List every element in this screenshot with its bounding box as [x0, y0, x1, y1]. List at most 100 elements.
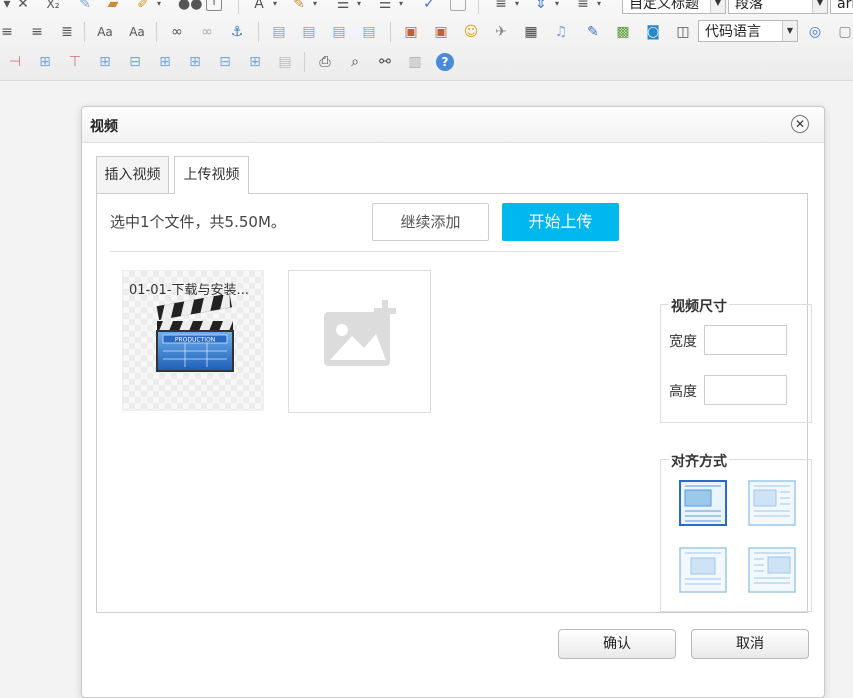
dialog-header: 视频 ✕ — [82, 107, 824, 143]
find-icon[interactable]: ●● — [178, 0, 202, 13]
file-thumbnail[interactable]: 01-01-下载与安装... PRODUCTION — [122, 270, 264, 411]
chevron-down-icon: ▼ — [812, 0, 827, 13]
blank-page-icon[interactable] — [450, 0, 466, 11]
drafts-icon[interactable]: ▥ — [406, 53, 424, 71]
video-clapperboard-icon: PRODUCTION — [156, 295, 234, 372]
google-map-icon[interactable]: ◙ — [644, 23, 662, 41]
ordered-list-dropdown-icon[interactable]: ▾ — [350, 0, 368, 13]
preview-icon[interactable]: ⌕ — [346, 53, 364, 71]
chevron-down-icon: ▼ — [710, 0, 725, 13]
toolbar-row-3: ⊣ ⊞ ⊤ ⊞ ⊟ ⊞ ⊞ ⊟ ⊞ ▤ ⎙ ⌕ ⚯ ▥ ? — [0, 50, 853, 74]
toolbar-separator — [258, 22, 259, 42]
add-file-box[interactable] — [288, 270, 431, 413]
toolbar-row-1: ▾ ✕ X₂ ✎ ▰ ✐ ▾ ●● T A ▾ ✎ ▾ ☰ ▾ ☰ ▾ ✓ ≡ … — [0, 0, 853, 16]
music-icon[interactable]: ♫ — [552, 23, 570, 41]
image-none-icon[interactable]: ▤ — [270, 23, 288, 41]
link-icon[interactable]: ∞ — [168, 23, 186, 41]
map-icon[interactable]: ▩ — [614, 23, 632, 41]
align-center-icon[interactable]: ≡ — [0, 23, 16, 41]
scrawl-icon[interactable]: ✈ — [492, 23, 510, 41]
font-family-select[interactable]: ari — [830, 0, 853, 14]
anchor-icon[interactable]: ⚓ — [228, 23, 246, 41]
split-cells-icon[interactable]: ⊟ — [216, 53, 234, 71]
editor-toolbar: ▾ ✕ X₂ ✎ ▰ ✐ ▾ ●● T A ▾ ✎ ▾ ☰ ▾ ☰ ▾ ✓ ≡ … — [0, 0, 853, 81]
dialog-title: 视频 — [90, 119, 118, 135]
emotion-icon[interactable]: ☺ — [462, 23, 480, 41]
insert-col-icon[interactable]: ⊣ — [6, 53, 24, 71]
width-input[interactable] — [704, 325, 787, 355]
unlink-icon[interactable]: ∞ — [198, 23, 216, 41]
insert-row-icon[interactable]: ⊟ — [126, 53, 144, 71]
tab-insert-video[interactable]: 插入视频 — [96, 156, 169, 193]
toolbar-row-2: ≡ ≡ ≣ Aa Aa ∞ ∞ ⚓ ▤ ▤ ▤ ▤ ▣ ▣ ☺ ✈ ▦ ♫ ✎ … — [0, 20, 853, 44]
font-size-increase-icon[interactable]: Aa — [96, 23, 114, 41]
height-input[interactable] — [704, 375, 787, 405]
line-height-dropdown-icon[interactable]: ▾ — [590, 0, 608, 13]
row-spacing-top-dropdown-icon[interactable]: ▾ — [508, 0, 526, 13]
delete-row-icon[interactable]: ⊞ — [156, 53, 174, 71]
insert-image-icon[interactable]: ▣ — [432, 23, 450, 41]
cancel-button[interactable]: 取消 — [691, 629, 809, 659]
simple-upload-icon[interactable]: ▣ — [402, 23, 420, 41]
toolbar-separator — [156, 22, 157, 42]
merge-right-icon[interactable]: ⊤ — [66, 53, 84, 71]
delete-col-icon[interactable]: ⊞ — [36, 53, 54, 71]
code-language-select-value: 代码语言 — [705, 24, 761, 40]
close-icon[interactable]: ✕ — [791, 115, 809, 133]
insert-video-icon[interactable]: ▦ — [522, 23, 540, 41]
insert-frame-icon[interactable]: ◫ — [674, 23, 692, 41]
text-box-icon[interactable]: T — [206, 0, 222, 11]
print-icon[interactable]: ⎙ — [316, 53, 334, 71]
spell-check-icon[interactable]: ✓ — [420, 0, 438, 13]
align-center-icon[interactable] — [679, 547, 727, 593]
remove-format-icon[interactable]: ✕ — [14, 0, 32, 13]
confirm-button[interactable]: 确认 — [558, 629, 676, 659]
image-right-icon[interactable]: ▤ — [330, 23, 348, 41]
align-right-icon[interactable]: ≡ — [28, 23, 46, 41]
start-upload-button[interactable]: 开始上传 — [502, 203, 619, 241]
toolbar-separator — [304, 52, 305, 72]
align-none-icon[interactable] — [679, 480, 727, 526]
add-more-button[interactable]: 继续添加 — [372, 203, 489, 241]
help-icon[interactable]: ? — [436, 53, 454, 71]
align-right-icon[interactable] — [748, 547, 796, 593]
toolbar-separator — [478, 0, 479, 14]
alignment-fieldset: 对齐方式 — [660, 451, 812, 612]
split-rows-icon[interactable]: ⊞ — [246, 53, 264, 71]
font-family-select-value: ari — [837, 0, 853, 12]
chevron-down-icon: ▼ — [782, 21, 797, 41]
table-properties-icon[interactable]: ▤ — [276, 53, 294, 71]
toolbar-separator — [238, 0, 239, 14]
tab-upload-video[interactable]: 上传视频 — [174, 156, 249, 194]
table-icon[interactable]: ⊞ — [96, 53, 114, 71]
image-left-icon[interactable]: ▤ — [300, 23, 318, 41]
background-color-dropdown-icon[interactable]: ▾ — [306, 0, 324, 13]
code-language-select[interactable]: 代码语言 ▼ — [698, 20, 798, 42]
custom-heading-select[interactable]: 自定义标题 ▼ — [622, 0, 726, 14]
image-center-icon[interactable]: ▤ — [360, 23, 378, 41]
format-brush-icon[interactable]: ▰ — [104, 0, 122, 13]
svg-text:PRODUCTION: PRODUCTION — [175, 337, 215, 344]
align-left-icon[interactable] — [748, 480, 796, 526]
align-justify-icon[interactable]: ≣ — [58, 23, 76, 41]
subscript-icon[interactable]: X₂ — [44, 0, 62, 13]
font-color-dropdown-icon[interactable]: ▾ — [266, 0, 284, 13]
alignment-legend: 对齐方式 — [669, 451, 729, 471]
unordered-list-dropdown-icon[interactable]: ▾ — [392, 0, 410, 13]
page-break-icon[interactable]: ▢ — [836, 23, 853, 41]
upload-panel: 选中1个文件，共5.50M。 继续添加 开始上传 01-01-下载与安装... — [96, 193, 812, 613]
highlight-dropdown-icon[interactable]: ▾ — [150, 0, 168, 13]
video-size-legend: 视频尺寸 — [669, 296, 729, 316]
merge-cells-icon[interactable]: ⊞ — [186, 53, 204, 71]
upload-status-text: 选中1个文件，共5.50M。 — [110, 213, 286, 231]
eraser-icon[interactable]: ✎ — [76, 0, 94, 13]
attachment-icon[interactable]: ✎ — [584, 23, 602, 41]
paragraph-select[interactable]: 段落 ▼ — [728, 0, 828, 14]
font-size-decrease-icon[interactable]: Aa — [128, 23, 146, 41]
web-app-icon[interactable]: ◎ — [806, 23, 824, 41]
row-spacing-bottom-dropdown-icon[interactable]: ▾ — [548, 0, 566, 13]
width-label: 宽度 — [669, 334, 697, 350]
search-replace-icon[interactable]: ⚯ — [376, 53, 394, 71]
video-size-fieldset: 视频尺寸 宽度 高度 — [660, 296, 812, 423]
custom-heading-select-value: 自定义标题 — [629, 0, 699, 12]
